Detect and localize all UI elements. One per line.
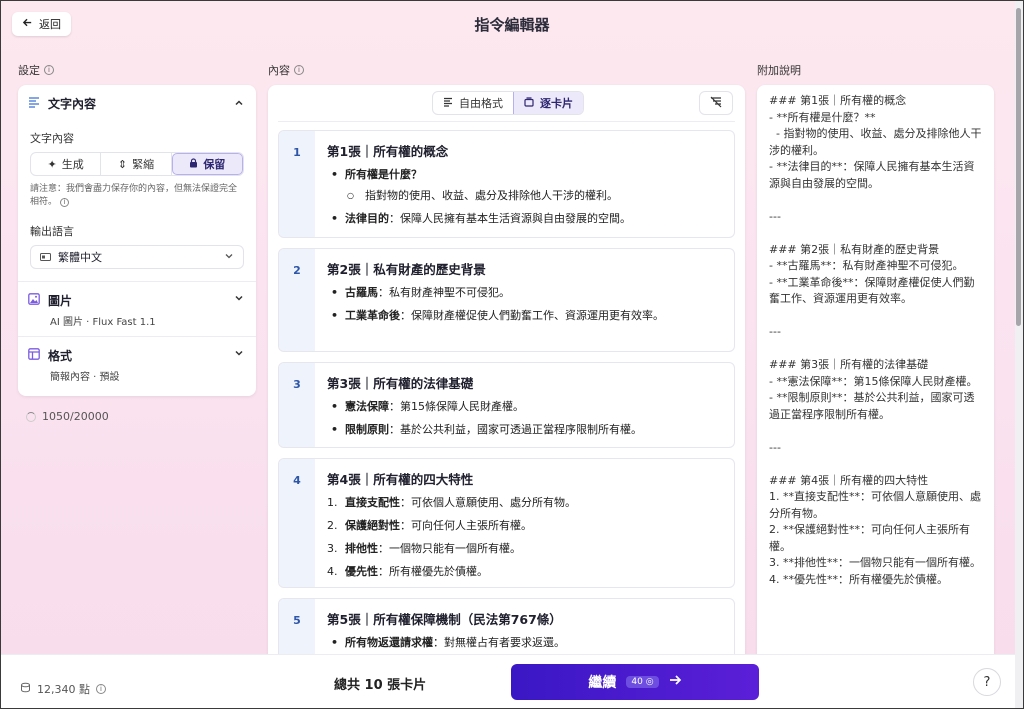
text-content-sublabel: 文字內容 bbox=[30, 132, 74, 145]
layout-icon bbox=[28, 348, 40, 363]
sub-bullet: 指對物的使用、收益、處分及排除他人干涉的權利。 bbox=[327, 187, 722, 204]
info-icon[interactable]: i bbox=[44, 65, 54, 75]
slide-number: 4 bbox=[279, 459, 315, 587]
info-icon[interactable]: i bbox=[59, 198, 69, 207]
chevron-up-icon[interactable] bbox=[234, 97, 244, 111]
mode-generate-button[interactable]: ✦ 生成 bbox=[31, 153, 102, 175]
image-section-sub: AI 圖片 · Flux Fast 1.1 bbox=[50, 317, 156, 328]
slide-number: 3 bbox=[279, 363, 315, 447]
bullet: 古羅馬：私有財產神聖不可侵犯。 bbox=[327, 284, 722, 301]
format-section-sub: 簡報內容 · 預設 bbox=[50, 372, 120, 383]
numbered-item: 保護絕對性：可向任何人主張所有權。 bbox=[327, 517, 722, 534]
coins-icon bbox=[20, 682, 31, 696]
numbered-item: 排他性：一個物只能有一個所有權。 bbox=[327, 540, 722, 557]
bullet: 工業革命後：保障財產權促使人們勤奮工作、資源運用更有效率。 bbox=[327, 307, 667, 324]
settings-label: 設定 i bbox=[18, 62, 54, 78]
tab-freeform[interactable]: 自由格式 bbox=[433, 92, 513, 114]
sparkle-icon: ✦ bbox=[47, 157, 57, 171]
slide-number: 1 bbox=[279, 131, 315, 237]
notes-label: 附加說明 bbox=[757, 64, 801, 77]
text-content-title: 文字內容 bbox=[48, 97, 97, 111]
footer: 12,340 點 i 總共 10 張卡片 繼續 40 ◎ ? bbox=[0, 654, 1015, 709]
language-icon bbox=[40, 251, 51, 264]
mode-preserve-button[interactable]: 保留 bbox=[171, 153, 243, 175]
slide-title: 第4張｜所有權的四大特性 bbox=[327, 472, 474, 487]
arrow-right-icon bbox=[669, 674, 682, 690]
output-language-label: 輸出語言 bbox=[30, 225, 74, 238]
chevron-down-icon[interactable] bbox=[234, 347, 244, 383]
bullet: 所有物返還請求權：對無權占有者要求返還。 bbox=[327, 634, 722, 651]
image-section-title: 圖片 bbox=[48, 294, 73, 308]
numbered-item: 優先性：所有權優先於債權。 bbox=[327, 563, 722, 580]
lock-icon bbox=[189, 157, 198, 171]
slide-card[interactable]: 1 第1張｜所有權的概念 所有權是什麼？ 指對物的使用、收益、處分及排除他人干涉… bbox=[278, 130, 735, 238]
cards-icon bbox=[524, 96, 534, 110]
divider bbox=[278, 121, 735, 122]
progress-ring-icon bbox=[26, 411, 36, 422]
text-align-icon bbox=[443, 97, 453, 110]
slide-title: 第3張｜所有權的法律基礎 bbox=[327, 376, 474, 391]
slide-number: 2 bbox=[279, 249, 315, 351]
page-title: 指令編輯器 bbox=[474, 16, 550, 34]
scrollbar-thumb[interactable] bbox=[1016, 8, 1021, 326]
continue-button[interactable]: 繼續 40 ◎ bbox=[511, 664, 759, 700]
chevron-down-icon bbox=[224, 251, 234, 264]
slide-card[interactable]: 3 第3張｜所有權的法律基礎 憲法保障：第15條保障人民財產權。 限制原則：基於… bbox=[278, 362, 735, 448]
format-section-title: 格式 bbox=[48, 349, 73, 363]
slide-title: 第5張｜所有權保障機制（民法第767條） bbox=[327, 612, 562, 627]
content-label: 內容 i bbox=[268, 62, 304, 78]
format-section-header[interactable]: 格式 簡報內容 · 預設 bbox=[18, 337, 256, 391]
slide-title: 第2張｜私有財產的歷史背景 bbox=[327, 262, 486, 277]
help-button[interactable]: ? bbox=[973, 668, 1001, 696]
preserve-notice: 請注意：我們會盡力保存你的內容，但無法保證完全相符。 i bbox=[30, 184, 238, 207]
text-mode-segmented: ✦ 生成 ⇕ 緊縮 保留 bbox=[30, 152, 244, 176]
compress-icon: ⇕ bbox=[117, 157, 128, 171]
slide-number: 5 bbox=[279, 599, 315, 655]
bullet: 限制原則：基於公共利益，國家可透過正當程序限制所有權。 bbox=[327, 421, 722, 438]
content-panel: 自由格式 逐卡片 1 第1張｜所有權的概念 所有權是什麼？ 指對物的使用、收益、… bbox=[268, 85, 745, 655]
text-align-icon bbox=[28, 96, 40, 111]
mode-condense-button[interactable]: ⇕ 緊縮 bbox=[101, 153, 172, 175]
cost-badge: 40 ◎ bbox=[626, 676, 659, 688]
tab-card-by-card[interactable]: 逐卡片 bbox=[513, 92, 583, 114]
text-content-header[interactable]: 文字內容 bbox=[18, 85, 256, 112]
slide-card[interactable]: 4 第4張｜所有權的四大特性 直接支配性：可依個人意願使用、處分所有物。 保護絕… bbox=[278, 458, 735, 588]
total-cards: 總共 10 張卡片 bbox=[334, 678, 427, 693]
numbered-item: 直接支配性：可依個人意願使用、處分所有物。 bbox=[327, 494, 722, 511]
slide-card[interactable]: 5 第5張｜所有權保障機制（民法第767條） 所有物返還請求權：對無權占有者要求… bbox=[278, 598, 735, 655]
info-icon[interactable]: i bbox=[96, 684, 106, 694]
notes-textarea[interactable]: ### 第1張｜所有權的概念 - **所有權是什麼？** - 指對物的使用、收益… bbox=[757, 85, 994, 655]
points-balance: 12,340 點 i bbox=[20, 681, 106, 697]
output-language-select[interactable]: 繁體中文 bbox=[30, 245, 244, 269]
clear-format-icon bbox=[709, 96, 723, 111]
settings-panel: 文字內容 文字內容 ✦ 生成 ⇕ 緊縮 保留 請注意：我們會盡力保存你的內容，但… bbox=[18, 85, 256, 396]
scrollbar[interactable] bbox=[1015, 0, 1023, 709]
content-mode-tabs: 自由格式 逐卡片 bbox=[432, 91, 584, 115]
bullet: 憲法保障：第15條保障人民財產權。 bbox=[327, 398, 722, 415]
char-count: 1050/20000 bbox=[26, 410, 109, 423]
slide-card[interactable]: 2 第2張｜私有財產的歷史背景 古羅馬：私有財產神聖不可侵犯。 工業革命後：保障… bbox=[278, 248, 735, 352]
image-icon bbox=[28, 293, 40, 308]
info-icon[interactable]: i bbox=[294, 65, 304, 75]
chevron-down-icon[interactable] bbox=[234, 292, 244, 328]
language-value: 繁體中文 bbox=[58, 251, 102, 264]
bullet: 所有權是什麼？ bbox=[327, 166, 722, 183]
image-section-header[interactable]: 圖片 AI 圖片 · Flux Fast 1.1 bbox=[18, 282, 256, 337]
bullet: 法律目的：保障人民擁有基本生活資源與自由發展的空間。 bbox=[327, 210, 722, 227]
clear-format-button[interactable] bbox=[699, 91, 733, 115]
slide-title: 第1張｜所有權的概念 bbox=[327, 144, 449, 159]
